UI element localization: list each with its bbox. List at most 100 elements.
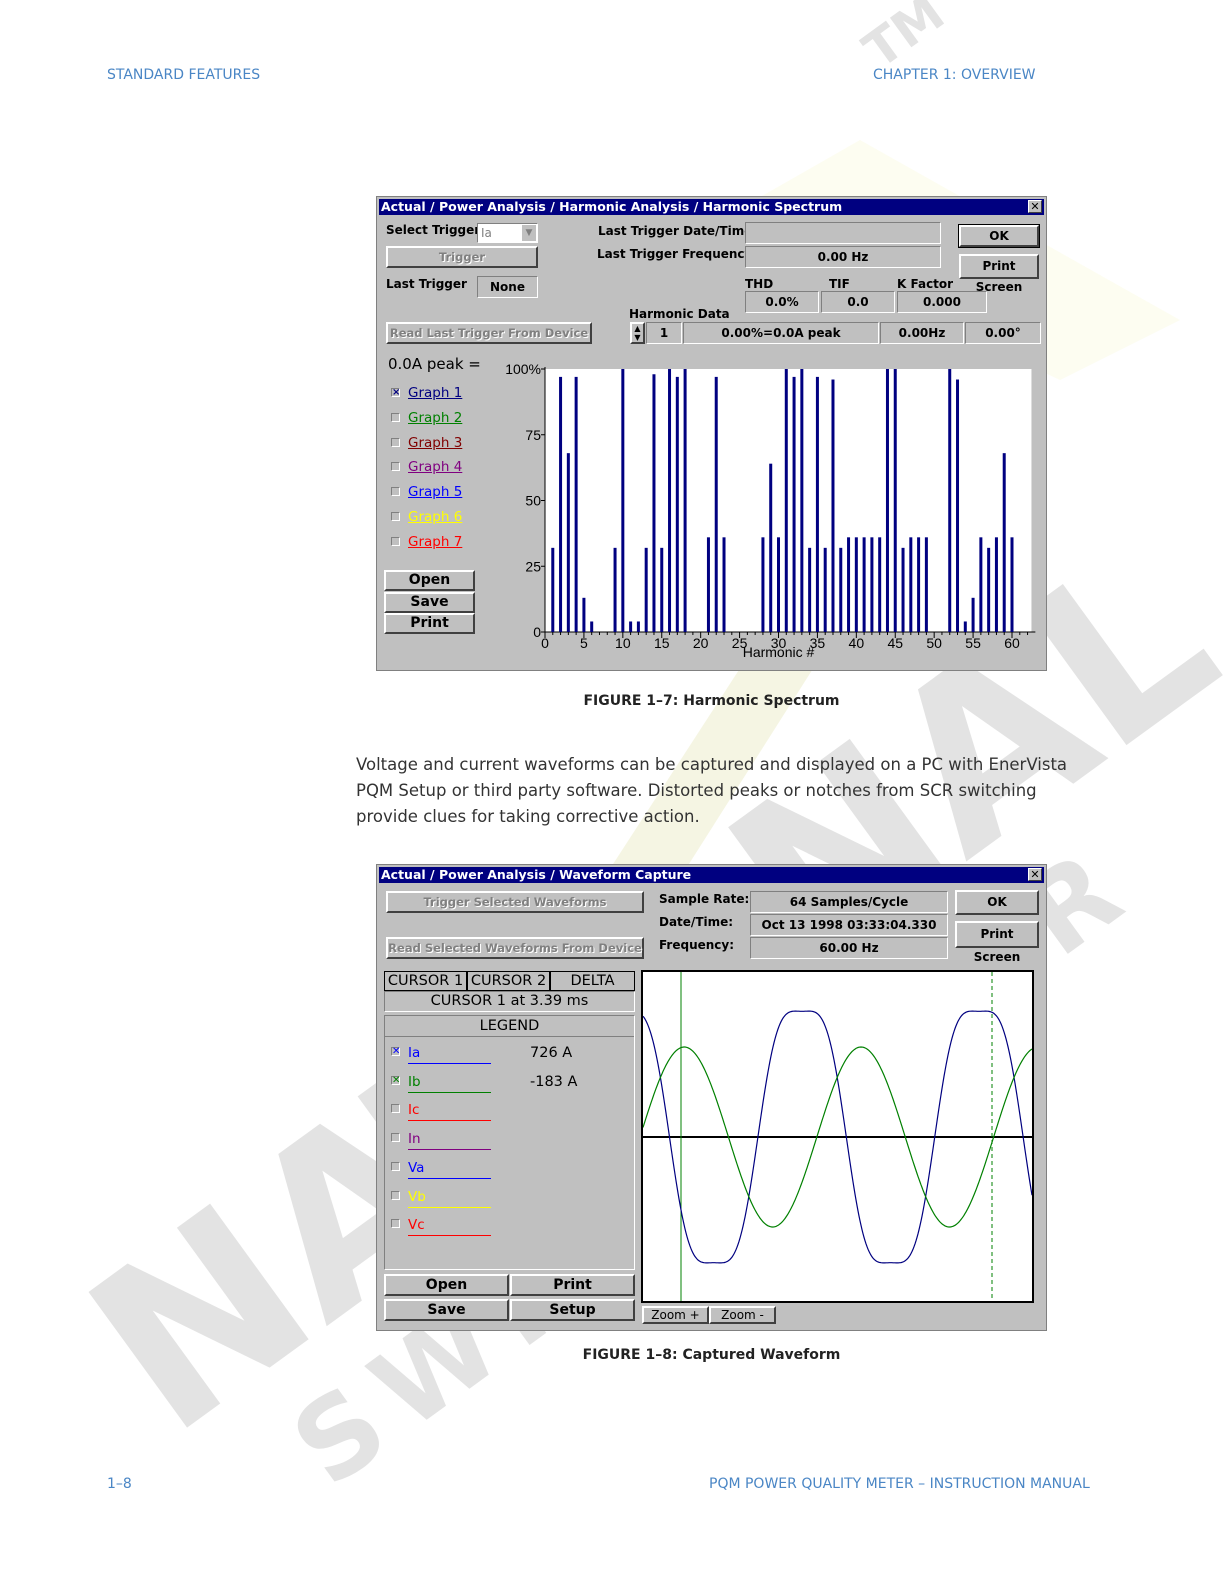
close-icon[interactable]: ✕	[1028, 200, 1042, 213]
graph-label[interactable]: Graph 4	[408, 459, 462, 475]
read-last-trigger-button[interactable]: Read Last Trigger From Device	[386, 322, 592, 344]
figure-caption-2: FIGURE 1–8: Captured Waveform	[582, 1347, 841, 1363]
bar	[1010, 537, 1014, 632]
open-button[interactable]: Open	[384, 1274, 509, 1296]
cursor-readout: CURSOR 1 at 3.39 ms	[384, 991, 635, 1012]
bar	[551, 547, 555, 632]
graph-toggle-3[interactable]: Graph 3	[391, 435, 501, 455]
cursor-tab-3[interactable]: DELTA	[550, 971, 635, 991]
bar	[574, 376, 578, 632]
print-button[interactable]: Print	[510, 1274, 635, 1296]
checkbox-icon[interactable]	[391, 1104, 400, 1114]
graph-label[interactable]: Graph 2	[408, 410, 462, 426]
graph-toggle-4[interactable]: Graph 4	[391, 459, 501, 479]
ok-button[interactable]: OK	[958, 224, 1040, 248]
body-paragraph: Voltage and current waveforms can be cap…	[356, 755, 1068, 826]
chevron-down-icon: ▼	[522, 225, 536, 241]
print-screen-button[interactable]: Print Screen	[955, 921, 1039, 964]
graph-toggle-2[interactable]: Graph 2	[391, 410, 501, 430]
checkbox-icon[interactable]	[391, 1219, 400, 1229]
graph-label[interactable]: Graph 5	[408, 484, 462, 500]
x-tick-label: 5	[580, 635, 588, 651]
graph-toggle-5[interactable]: Graph 5	[391, 484, 501, 504]
header-right: CHAPTER 1: OVERVIEW	[873, 67, 1036, 83]
bar	[761, 537, 765, 632]
save-button[interactable]: Save	[384, 1299, 509, 1321]
checkbox-icon[interactable]: ✕	[391, 1075, 400, 1085]
checkbox-icon[interactable]	[391, 512, 400, 521]
window-title-bar: Actual / Power Analysis / Waveform Captu…	[379, 867, 1044, 883]
harmonic-index[interactable]: 1	[646, 322, 682, 344]
read-selected-waveforms-button[interactable]: Read Selected Waveforms From Device	[386, 937, 644, 959]
checkbox-icon[interactable]	[391, 1133, 400, 1143]
legend-item-vc[interactable]: Vc	[391, 1215, 631, 1237]
datetime-label: Date/Time:	[659, 915, 734, 929]
bar	[956, 379, 960, 632]
print-screen-button[interactable]: Print Screen	[959, 254, 1039, 294]
graph-toggle-6[interactable]: Graph 6	[391, 509, 501, 529]
y-tick-label: 100%	[505, 361, 541, 377]
legend-item-in[interactable]: In	[391, 1129, 631, 1151]
zoom-out-button[interactable]: Zoom -	[709, 1306, 776, 1324]
harmonic-spinner[interactable]: ▲ ▼	[630, 322, 645, 344]
checkbox-icon[interactable]	[391, 437, 400, 447]
checkbox-icon[interactable]	[391, 536, 400, 546]
bar	[675, 376, 679, 632]
x-tick-label: 0	[541, 635, 549, 651]
graph-label[interactable]: Graph 6	[408, 509, 462, 525]
checkbox-icon[interactable]	[391, 462, 400, 472]
harmonic-frequency-value: 0.00Hz	[880, 322, 964, 344]
bar	[924, 537, 928, 632]
legend-item-va[interactable]: Va	[391, 1158, 631, 1180]
window-title: Actual / Power Analysis / Harmonic Analy…	[381, 199, 843, 214]
print-button[interactable]: Print	[384, 613, 475, 634]
checkbox-icon[interactable]	[391, 1190, 400, 1200]
cursor-tab-1[interactable]: CURSOR 1	[384, 971, 467, 991]
legend-item-vb[interactable]: Vb	[391, 1187, 631, 1209]
graph-toggle-7[interactable]: Graph 7	[391, 534, 501, 554]
bar	[652, 374, 656, 632]
legend-list: ✕ Ia 726 A ✕ Ib -183 A Ic In Va Vb Vc	[391, 1043, 631, 1243]
frequency-label: Frequency:	[659, 938, 735, 952]
ok-button[interactable]: OK	[955, 890, 1039, 915]
trigger-button[interactable]: Trigger	[386, 246, 538, 268]
thd-value: 0.0%	[745, 291, 819, 313]
graph-label[interactable]: Graph 3	[408, 435, 462, 451]
legend-value: -183 A	[530, 1073, 578, 1090]
sample-rate-value: 64 Samples/Cycle	[750, 891, 948, 913]
bar	[714, 376, 718, 632]
setup-button[interactable]: Setup	[510, 1299, 635, 1321]
legend-item-ic[interactable]: Ic	[391, 1100, 631, 1122]
harmonic-peak-value: 0.00%=0.0A peak	[683, 322, 879, 344]
k-factor-label: K Factor	[897, 277, 954, 291]
close-icon[interactable]: ✕	[1028, 868, 1042, 881]
select-trigger-dropdown[interactable]: Ia ▼	[477, 223, 538, 243]
x-tick-label: 60	[1004, 635, 1020, 651]
legend-item-ib[interactable]: ✕ Ib -183 A	[391, 1072, 631, 1094]
checkbox-icon[interactable]	[391, 1161, 400, 1171]
cursor-tab-2[interactable]: CURSOR 2	[467, 971, 550, 991]
graph-label[interactable]: Graph 7	[408, 534, 462, 550]
checkbox-icon[interactable]	[391, 487, 400, 497]
bar	[862, 537, 866, 632]
legend-item-ia[interactable]: ✕ Ia 726 A	[391, 1043, 631, 1065]
bar	[559, 376, 563, 632]
trigger-selected-waveforms-button[interactable]: Trigger Selected Waveforms	[386, 891, 644, 913]
checkbox-icon[interactable]	[391, 412, 400, 422]
checkbox-icon[interactable]: ✕	[391, 1047, 400, 1057]
zoom-in-button[interactable]: Zoom +	[642, 1306, 709, 1324]
bar	[582, 597, 586, 632]
graph-label[interactable]: Graph 1	[408, 385, 462, 401]
x-tick-label: 15	[654, 635, 670, 651]
bar	[870, 537, 874, 632]
save-button[interactable]: Save	[384, 592, 475, 613]
legend-label: In	[408, 1129, 491, 1151]
thd-label: THD	[745, 277, 774, 291]
checkbox-icon[interactable]: ×	[391, 388, 400, 398]
harmonic-spectrum-window: Actual / Power Analysis / Harmonic Analy…	[376, 196, 1047, 671]
x-tick-label: 20	[693, 635, 709, 651]
graph-toggle-1[interactable]: × Graph 1	[391, 385, 501, 405]
bar	[784, 369, 788, 632]
waveform-capture-window: Actual / Power Analysis / Waveform Captu…	[376, 864, 1047, 1331]
open-button[interactable]: Open	[384, 570, 475, 591]
